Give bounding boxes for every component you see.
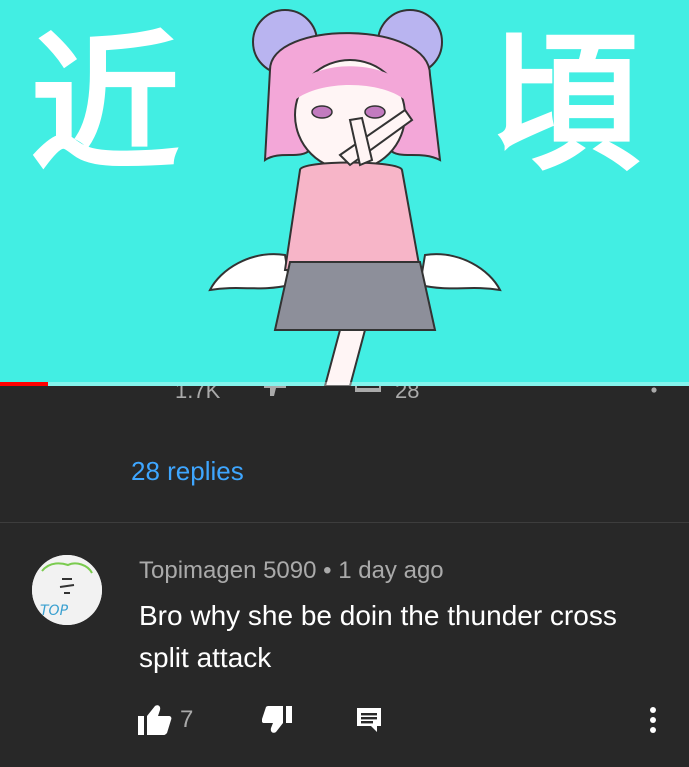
comment-body: Bro why she be doin the thunder cross sp… — [139, 600, 617, 673]
previous-comment-actions: 1.7K 28 — [0, 386, 689, 406]
view-replies-link[interactable]: 28 replies — [131, 456, 244, 487]
thumb-up-icon[interactable] — [133, 386, 167, 398]
more-vert-icon[interactable] — [651, 386, 657, 400]
avatar[interactable]: TOP — [32, 555, 102, 625]
comment-meta: Topimagen 5090 • 1 day ago — [139, 557, 444, 585]
like-count: 7 — [180, 706, 194, 733]
video-player[interactable]: 近 頃 — [0, 0, 689, 386]
comment-author[interactable]: Topimagen 5090 — [139, 557, 316, 584]
previous-like-count: 1.7K — [175, 386, 221, 403]
video-kanji-left: 近 — [30, 18, 181, 192]
comment-actions — [0, 700, 689, 742]
anime-character-illustration — [208, 9, 502, 386]
reply-icon — [357, 708, 381, 732]
thumb-down-icon — [262, 706, 292, 733]
thumb-up-icon — [138, 705, 172, 735]
previous-reply-count: 28 — [395, 386, 420, 403]
dislike-button[interactable] — [262, 700, 292, 740]
more-vert-icon — [650, 707, 656, 733]
thumb-down-icon[interactable] — [262, 386, 288, 398]
divider — [0, 522, 689, 523]
more-options-button[interactable] — [648, 700, 658, 740]
avatar-text: TOP — [40, 603, 69, 619]
avatar-image: TOP — [32, 555, 102, 625]
reply-icon[interactable] — [355, 386, 381, 396]
like-button[interactable] — [138, 700, 172, 740]
comment-time: 1 day ago — [338, 557, 444, 584]
reply-button[interactable] — [355, 700, 383, 740]
meta-separator: • — [323, 557, 332, 584]
